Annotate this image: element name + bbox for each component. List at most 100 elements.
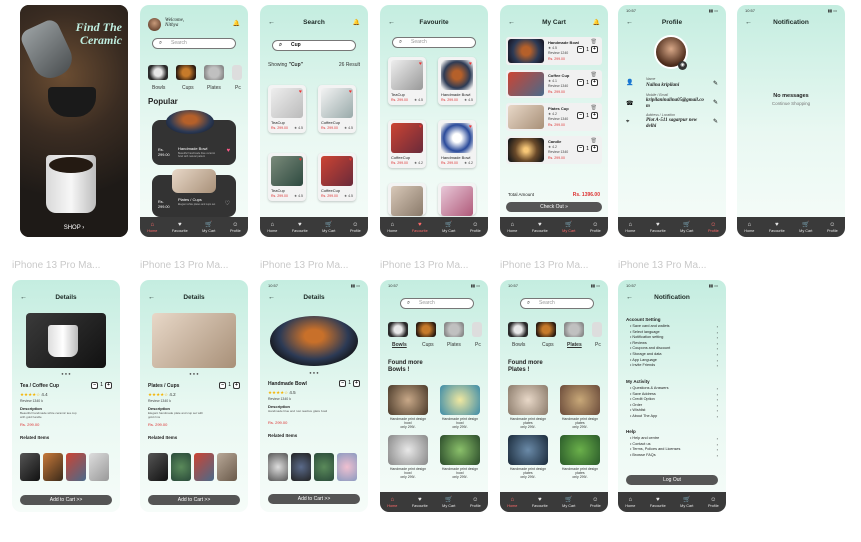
- heart-icon[interactable]: ♥: [469, 124, 472, 130]
- nav-home[interactable]: ⌂ Home: [147, 222, 157, 233]
- plus-button[interactable]: +: [591, 145, 598, 152]
- category-bowls[interactable]: [388, 322, 408, 337]
- settings-item[interactable]: • Terms, Polices and Licenses ›: [630, 447, 718, 452]
- back-icon[interactable]: ←: [268, 294, 275, 301]
- product-card[interactable]: ♥ CoffeeCup Rs. 299.00 ★ 4.2: [388, 120, 426, 168]
- trash-icon[interactable]: 🗑: [591, 138, 597, 144]
- back-icon[interactable]: ←: [148, 294, 155, 301]
- plus-button[interactable]: +: [233, 382, 240, 389]
- shop-cta[interactable]: SHOP ›: [20, 225, 128, 231]
- settings-item[interactable]: • Save card and wallets ›: [630, 324, 718, 329]
- settings-item[interactable]: • About The App ›: [630, 414, 718, 419]
- edit-icon[interactable]: ✎: [713, 99, 718, 106]
- settings-item[interactable]: • Wishlist ›: [630, 408, 718, 413]
- settings-item[interactable]: • Order ›: [630, 403, 718, 408]
- plus-button[interactable]: +: [105, 382, 112, 389]
- related-item[interactable]: [268, 453, 288, 481]
- product-tile[interactable]: [440, 385, 480, 415]
- related-item[interactable]: [217, 453, 237, 481]
- related-item[interactable]: [171, 453, 191, 481]
- settings-item[interactable]: • App Language ›: [630, 358, 718, 363]
- back-icon[interactable]: ←: [268, 19, 275, 26]
- nav-cart[interactable]: 🛒 My Cart: [562, 497, 575, 508]
- trash-icon[interactable]: 🗑: [591, 72, 597, 78]
- popular-card-1[interactable]: Rs. 299.00 Handmade Bowl Beautiful handm…: [152, 110, 236, 165]
- search-input[interactable]: ⌕ Search: [392, 37, 476, 48]
- nav-favourite[interactable]: ♥ Favourite: [292, 222, 308, 233]
- nav-favourite[interactable]: ♥ Favourite: [172, 222, 188, 233]
- category-bowls[interactable]: [508, 322, 528, 337]
- settings-item[interactable]: • Browse FAQs ›: [630, 453, 718, 458]
- product-card[interactable]: ♥ TeaCup Rs. 299.00 ★ 4.5: [268, 153, 306, 201]
- nav-favourite[interactable]: ♥ Favourite: [532, 497, 548, 508]
- settings-item[interactable]: • Save Address ›: [630, 392, 718, 397]
- product-card[interactable]: ♥ TeaCup Rs. 299.00 ★ 4.5: [388, 57, 426, 105]
- settings-item[interactable]: • Coupons and discount ›: [630, 346, 718, 351]
- product-card[interactable]: ♥ TeaCup Rs. 299.00 ★ 4.5: [268, 85, 306, 133]
- heart-icon[interactable]: ♥: [419, 61, 422, 67]
- related-item[interactable]: [314, 453, 334, 481]
- bell-icon[interactable]: 🔔: [593, 19, 600, 26]
- back-icon[interactable]: ←: [508, 19, 515, 26]
- heart-icon[interactable]: ♥: [419, 124, 422, 130]
- nav-cart[interactable]: 🛒 My Cart: [322, 222, 335, 233]
- add-to-cart-button[interactable]: Add to Cart >>: [268, 494, 360, 504]
- nav-profile[interactable]: ☺ Profile: [590, 222, 601, 233]
- nav-cart[interactable]: 🛒 My Cart: [562, 222, 575, 233]
- nav-favourite[interactable]: ♥ Favourite: [412, 222, 428, 233]
- settings-item[interactable]: • Select language ›: [630, 330, 718, 335]
- nav-profile[interactable]: ☺ Profile: [230, 222, 241, 233]
- category-cups[interactable]: [536, 322, 556, 337]
- heart-icon[interactable]: ♥: [299, 157, 302, 163]
- category-cups[interactable]: [176, 65, 196, 80]
- product-card[interactable]: [438, 183, 476, 216]
- related-item[interactable]: [194, 453, 214, 481]
- nav-profile[interactable]: ☺ Profile: [590, 497, 601, 508]
- trash-icon[interactable]: 🗑: [591, 39, 597, 45]
- back-icon[interactable]: ←: [388, 19, 395, 26]
- nav-cart[interactable]: 🛒 My Cart: [442, 497, 455, 508]
- trash-icon[interactable]: 🗑: [591, 105, 597, 111]
- related-item[interactable]: [66, 453, 86, 481]
- minus-button[interactable]: −: [91, 382, 99, 389]
- category-plates[interactable]: [444, 322, 464, 337]
- nav-favourite[interactable]: ♥ Favourite: [650, 222, 666, 233]
- related-item[interactable]: [291, 453, 311, 481]
- back-icon[interactable]: ←: [745, 19, 752, 26]
- product-tile[interactable]: [560, 435, 600, 465]
- heart-icon[interactable]: ♥: [349, 89, 352, 95]
- heart-icon[interactable]: ♥: [349, 157, 352, 163]
- related-item[interactable]: [43, 453, 63, 481]
- nav-profile[interactable]: ☺ Profile: [827, 222, 838, 233]
- nav-home[interactable]: ⌂ Home: [507, 497, 517, 508]
- product-tile[interactable]: [560, 385, 600, 415]
- nav-profile[interactable]: ☺ Profile: [470, 222, 481, 233]
- product-tile[interactable]: [388, 435, 428, 465]
- back-icon[interactable]: ←: [626, 294, 633, 301]
- category-more[interactable]: [232, 65, 242, 80]
- popular-card-2[interactable]: Rs. 299.00 Plates / Cups Elegant white p…: [152, 169, 236, 217]
- user-avatar[interactable]: [148, 18, 161, 31]
- nav-home[interactable]: ⌂ Home: [507, 222, 517, 233]
- settings-item[interactable]: • Invite Friends ›: [630, 363, 718, 368]
- continue-shopping-link[interactable]: Continue Shopping: [737, 101, 845, 106]
- product-card[interactable]: ♥ Handmade Bowl Rs. 299.00 ★ 4.5: [438, 57, 476, 105]
- plus-button[interactable]: +: [591, 79, 598, 86]
- nav-home[interactable]: ⌂ Home: [387, 222, 397, 233]
- search-input[interactable]: ⌕ Cup: [272, 40, 356, 51]
- nav-home[interactable]: ⌂ Home: [625, 497, 635, 508]
- nav-home[interactable]: ⌂ Home: [625, 222, 635, 233]
- minus-button[interactable]: −: [577, 112, 585, 119]
- search-input[interactable]: ⌕ Search: [152, 38, 236, 49]
- nav-home[interactable]: ⌂ Home: [744, 222, 754, 233]
- nav-favourite[interactable]: ♥ Favourite: [650, 497, 666, 508]
- related-item[interactable]: [89, 453, 109, 481]
- settings-item[interactable]: • Reviews ›: [630, 341, 718, 346]
- product-card[interactable]: ♥ Handmade Bowl Rs. 299.00 ★ 4.2: [438, 120, 476, 168]
- product-tile[interactable]: [508, 435, 548, 465]
- category-more[interactable]: [592, 322, 602, 337]
- category-plates[interactable]: [204, 65, 224, 80]
- bell-icon[interactable]: 🔔: [353, 19, 360, 26]
- nav-favourite[interactable]: ♥ Favourite: [532, 222, 548, 233]
- product-tile[interactable]: [508, 385, 548, 415]
